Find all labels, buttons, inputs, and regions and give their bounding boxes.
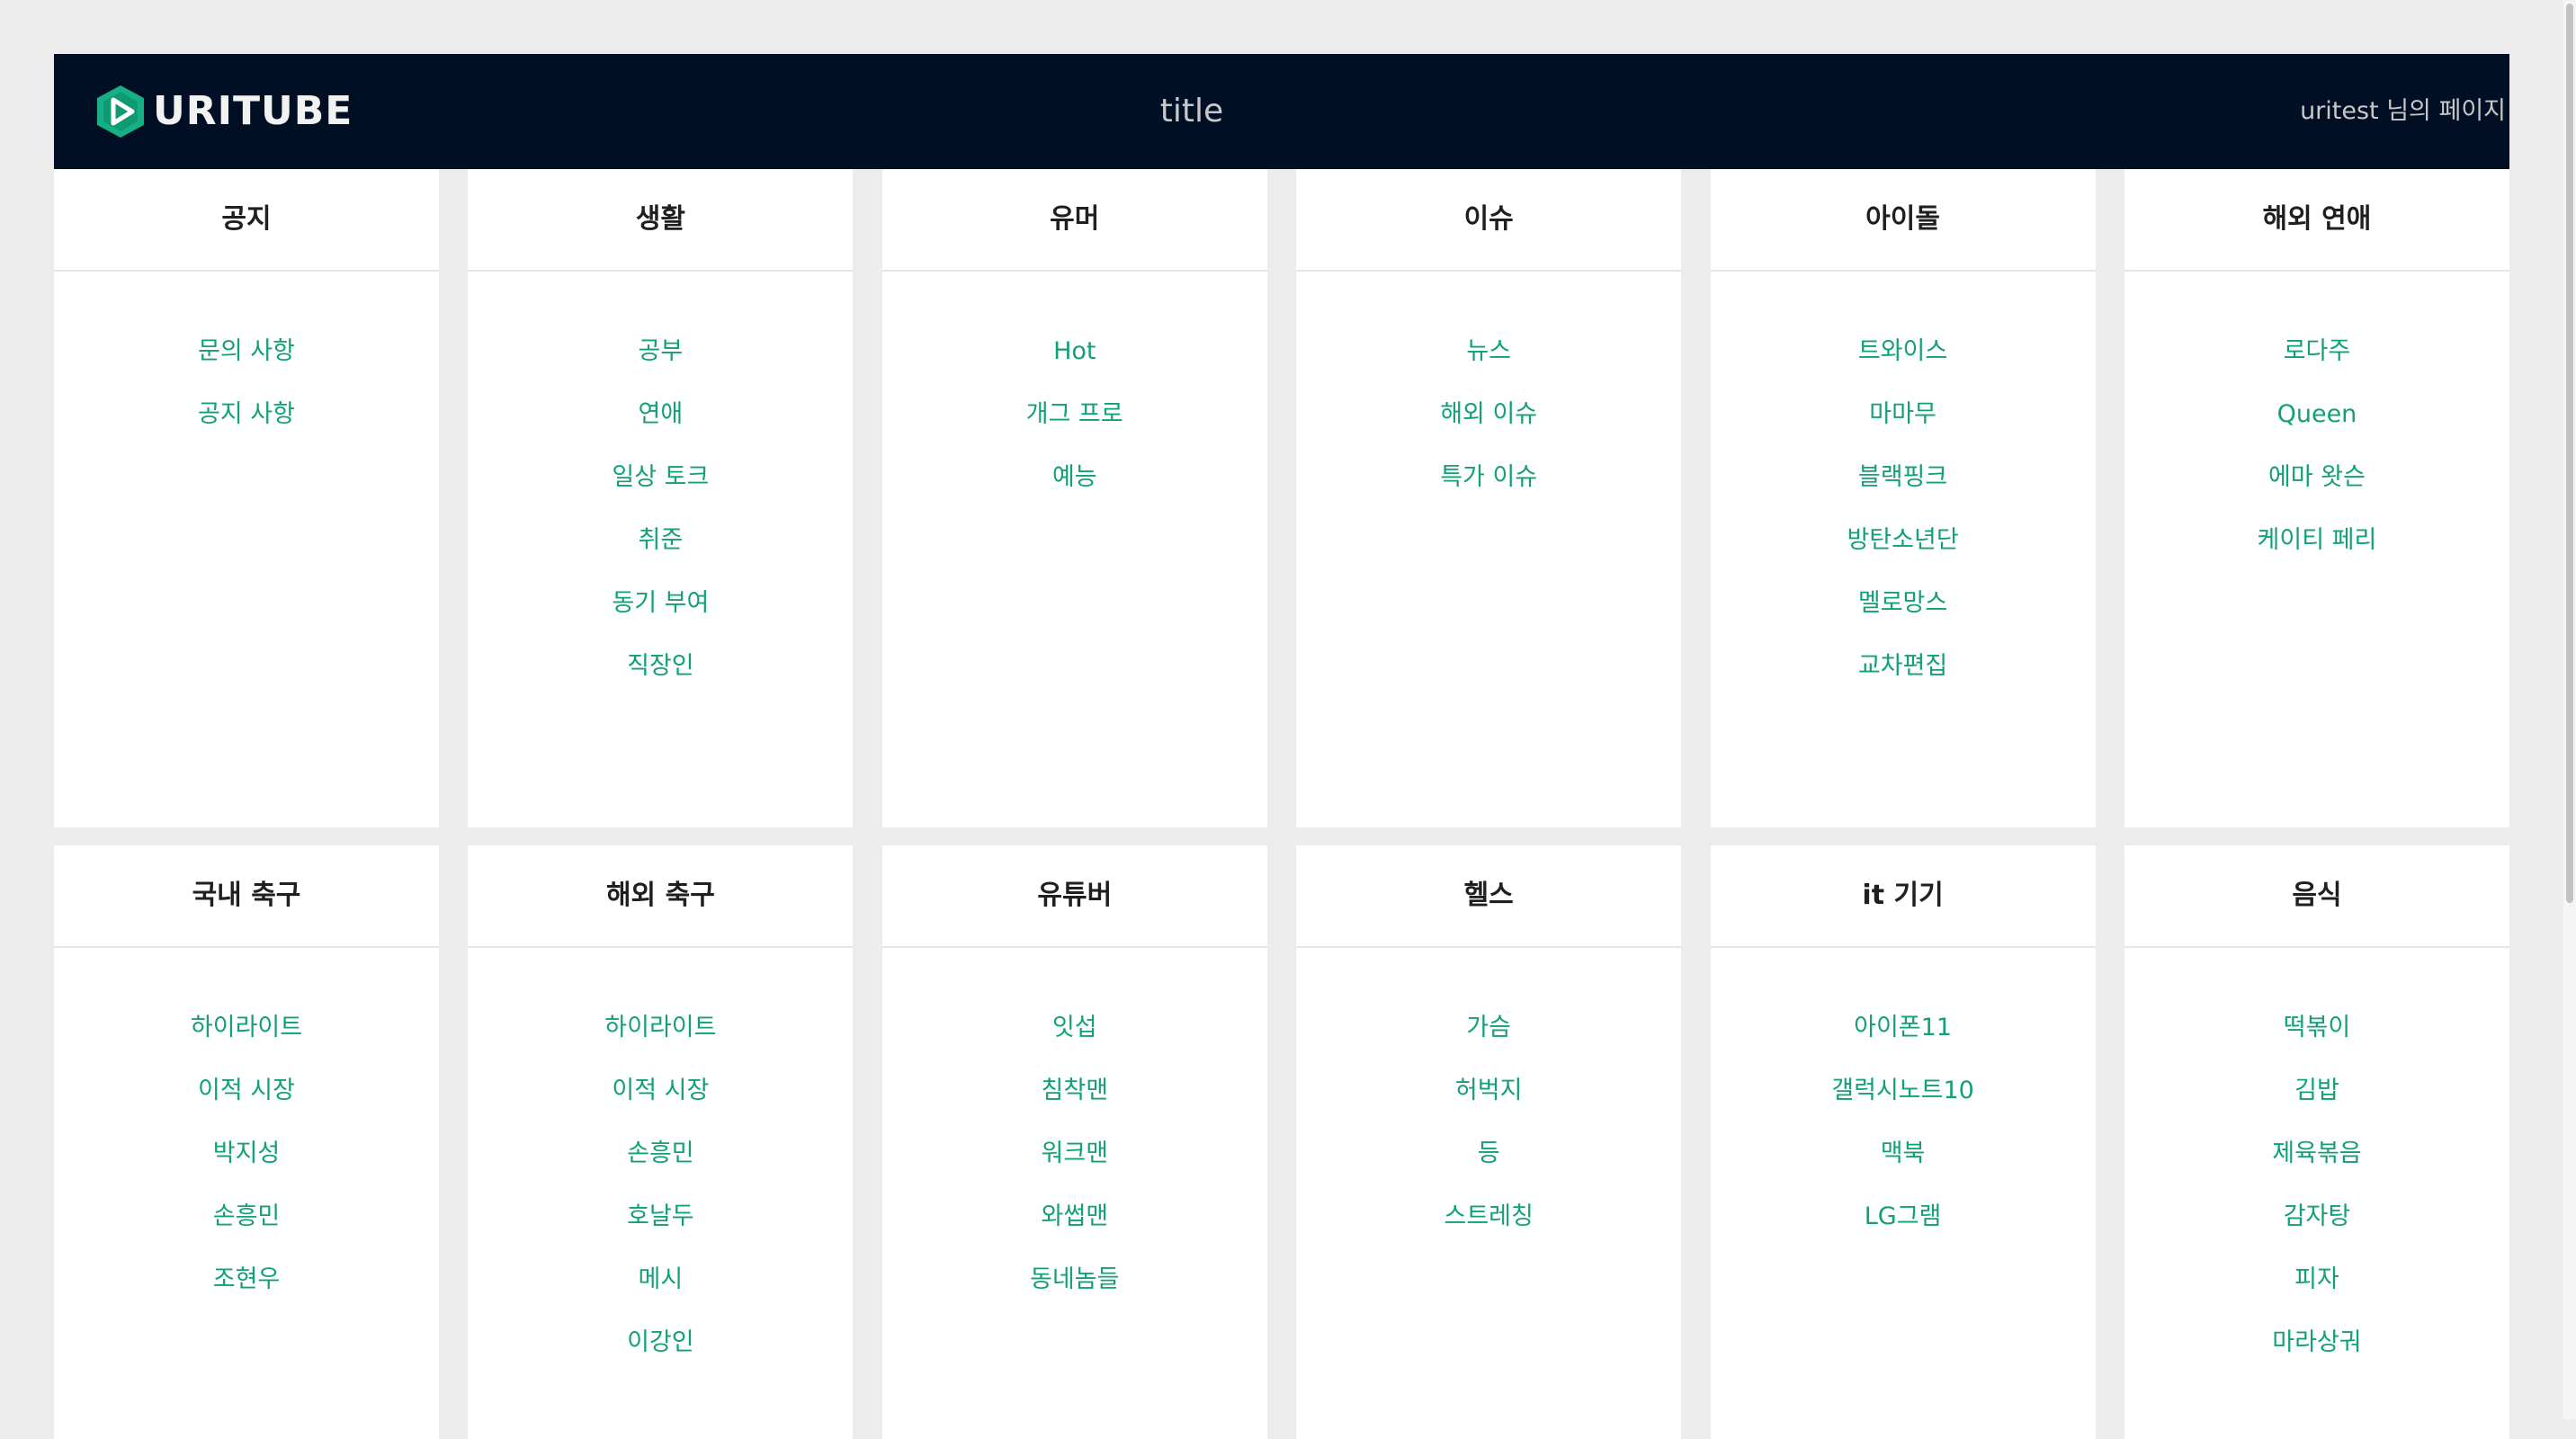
category-card: 음식 떡볶이 김밥 제육볶음 감자탕 피자 마라상궈 bbox=[2124, 845, 2509, 1439]
category-title[interactable]: 생활 bbox=[468, 169, 854, 272]
category-link[interactable]: 감자탕 bbox=[2124, 1198, 2509, 1261]
category-card: 아이돌 트와이스 마마무 블랙핑크 방탄소년단 멜로망스 교차편집 bbox=[1710, 169, 2096, 827]
category-link[interactable]: 예능 bbox=[882, 459, 1267, 522]
category-link[interactable]: 가슴 bbox=[1296, 1009, 1681, 1072]
category-title[interactable]: 헬스 bbox=[1296, 845, 1682, 948]
category-link[interactable]: 개그 프로 bbox=[882, 396, 1267, 459]
category-link[interactable]: 등 bbox=[1296, 1135, 1681, 1198]
category-card: 국내 축구 하이라이트 이적 시장 박지성 손흥민 조현우 bbox=[54, 845, 439, 1439]
category-links: 잇섭 침착맨 워크맨 와썹맨 동네놈들 bbox=[882, 948, 1267, 1324]
category-links: 떡볶이 김밥 제육볶음 감자탕 피자 마라상궈 bbox=[2124, 948, 2509, 1387]
category-link[interactable]: 침착맨 bbox=[882, 1072, 1267, 1135]
category-link[interactable]: 갤럭시노트10 bbox=[1711, 1072, 2096, 1135]
category-link[interactable]: 뉴스 bbox=[1296, 333, 1681, 396]
category-link[interactable]: 김밥 bbox=[2124, 1072, 2509, 1135]
category-link[interactable]: 에마 왓슨 bbox=[2124, 459, 2509, 522]
page-title: title bbox=[1159, 93, 1224, 130]
category-links: 하이라이트 이적 시장 박지성 손흥민 조현우 bbox=[54, 948, 439, 1324]
category-link[interactable]: Hot bbox=[882, 333, 1267, 396]
category-link[interactable]: 메시 bbox=[468, 1261, 853, 1324]
category-link[interactable]: 멜로망스 bbox=[1711, 585, 2096, 648]
category-title[interactable]: 아이돌 bbox=[1710, 169, 2096, 272]
category-link[interactable]: 해외 이슈 bbox=[1296, 396, 1681, 459]
category-link[interactable]: 이적 시장 bbox=[54, 1072, 439, 1135]
category-link[interactable]: 일상 토크 bbox=[468, 459, 853, 522]
category-link[interactable]: 케이티 페리 bbox=[2124, 522, 2509, 585]
category-card: 공지 문의 사항 공지 사항 bbox=[54, 169, 439, 827]
category-link[interactable]: 특가 이슈 bbox=[1296, 459, 1681, 522]
category-link[interactable]: 직장인 bbox=[468, 648, 853, 711]
category-card: 해외 연애 로다주 Queen 에마 왓슨 케이티 페리 bbox=[2124, 169, 2509, 827]
category-title[interactable]: 유머 bbox=[881, 169, 1267, 272]
category-link[interactable]: 맥북 bbox=[1711, 1135, 2096, 1198]
category-title[interactable]: 이슈 bbox=[1296, 169, 1682, 272]
category-link[interactable]: 마마무 bbox=[1711, 396, 2096, 459]
category-card: 헬스 가슴 허벅지 등 스트레칭 bbox=[1296, 845, 1682, 1439]
category-link[interactable]: 연애 bbox=[468, 396, 853, 459]
category-link[interactable]: 떡볶이 bbox=[2124, 1009, 2509, 1072]
category-link[interactable]: 하이라이트 bbox=[468, 1009, 853, 1072]
category-link[interactable]: 허벅지 bbox=[1296, 1072, 1681, 1135]
category-title[interactable]: 유튜버 bbox=[881, 845, 1267, 948]
category-title[interactable]: 해외 축구 bbox=[468, 845, 854, 948]
category-link[interactable]: 손흥민 bbox=[468, 1135, 853, 1198]
category-title[interactable]: 국내 축구 bbox=[54, 845, 439, 948]
category-link[interactable]: 블랙핑크 bbox=[1711, 459, 2096, 522]
top-header: URITUBE title uritest 님의 페이지 bbox=[54, 54, 2509, 169]
category-card: 이슈 뉴스 해외 이슈 특가 이슈 bbox=[1296, 169, 1682, 827]
category-card: 생활 공부 연애 일상 토크 취준 동기 부여 직장인 bbox=[468, 169, 854, 827]
category-link[interactable]: 박지성 bbox=[54, 1135, 439, 1198]
category-link[interactable]: 하이라이트 bbox=[54, 1009, 439, 1072]
play-icon bbox=[97, 85, 144, 138]
category-link[interactable]: 제육볶음 bbox=[2124, 1135, 2509, 1198]
category-title[interactable]: 해외 연애 bbox=[2124, 169, 2509, 272]
category-link[interactable]: 조현우 bbox=[54, 1261, 439, 1324]
uritube-logo[interactable]: URITUBE bbox=[95, 83, 353, 140]
category-links: 로다주 Queen 에마 왓슨 케이티 페리 bbox=[2124, 272, 2509, 585]
category-link[interactable]: 공지 사항 bbox=[54, 396, 439, 459]
category-card: 유머 Hot 개그 프로 예능 bbox=[881, 169, 1267, 827]
category-card: it 기기 아이폰11 갤럭시노트10 맥북 LG그램 bbox=[1710, 845, 2096, 1439]
category-link[interactable]: 와썹맨 bbox=[882, 1198, 1267, 1261]
category-links: 공부 연애 일상 토크 취준 동기 부여 직장인 bbox=[468, 272, 853, 711]
category-grid: 공지 문의 사항 공지 사항 생활 공부 연애 일상 토크 취준 동기 부여 직장인 유머 Hot 개그… bbox=[54, 169, 2509, 1439]
category-link[interactable]: 방탄소년단 bbox=[1711, 522, 2096, 585]
category-link[interactable]: 아이폰11 bbox=[1711, 1009, 2096, 1072]
vertical-scrollbar[interactable] bbox=[2563, 0, 2576, 1419]
category-link[interactable]: 로다주 bbox=[2124, 333, 2509, 396]
category-title[interactable]: 음식 bbox=[2124, 845, 2509, 948]
scrollbar-thumb[interactable] bbox=[2566, 4, 2573, 903]
category-link[interactable]: 마라상궈 bbox=[2124, 1324, 2509, 1387]
category-links: 문의 사항 공지 사항 bbox=[54, 272, 439, 459]
user-page-link[interactable]: uritest 님의 페이지 bbox=[2300, 54, 2506, 169]
category-link[interactable]: 트와이스 bbox=[1711, 333, 2096, 396]
category-link[interactable]: 피자 bbox=[2124, 1261, 2509, 1324]
category-link[interactable]: 문의 사항 bbox=[54, 333, 439, 396]
category-links: Hot 개그 프로 예능 bbox=[882, 272, 1267, 522]
category-link[interactable]: 손흥민 bbox=[54, 1198, 439, 1261]
category-link[interactable]: 잇섭 bbox=[882, 1009, 1267, 1072]
category-link[interactable]: 공부 bbox=[468, 333, 853, 396]
category-link[interactable]: 이적 시장 bbox=[468, 1072, 853, 1135]
category-links: 뉴스 해외 이슈 특가 이슈 bbox=[1296, 272, 1681, 522]
category-link[interactable]: 워크맨 bbox=[882, 1135, 1267, 1198]
category-link[interactable]: 교차편집 bbox=[1711, 648, 2096, 711]
category-card: 유튜버 잇섭 침착맨 워크맨 와썹맨 동네놈들 bbox=[881, 845, 1267, 1439]
category-link[interactable]: 동기 부여 bbox=[468, 585, 853, 648]
category-link[interactable]: LG그램 bbox=[1711, 1198, 2096, 1261]
category-links: 트와이스 마마무 블랙핑크 방탄소년단 멜로망스 교차편집 bbox=[1711, 272, 2096, 711]
category-link[interactable]: 취준 bbox=[468, 522, 853, 585]
category-link[interactable]: 이강인 bbox=[468, 1324, 853, 1387]
category-links: 하이라이트 이적 시장 손흥민 호날두 메시 이강인 bbox=[468, 948, 853, 1387]
category-card: 해외 축구 하이라이트 이적 시장 손흥민 호날두 메시 이강인 bbox=[468, 845, 854, 1439]
category-title[interactable]: 공지 bbox=[54, 169, 439, 272]
category-links: 아이폰11 갤럭시노트10 맥북 LG그램 bbox=[1711, 948, 2096, 1261]
category-title[interactable]: it 기기 bbox=[1710, 845, 2096, 948]
logo-text: URITUBE bbox=[153, 88, 353, 134]
category-link[interactable]: 스트레칭 bbox=[1296, 1198, 1681, 1261]
category-link[interactable]: 동네놈들 bbox=[882, 1261, 1267, 1324]
category-links: 가슴 허벅지 등 스트레칭 bbox=[1296, 948, 1681, 1261]
category-link[interactable]: 호날두 bbox=[468, 1198, 853, 1261]
category-link[interactable]: Queen bbox=[2124, 396, 2509, 459]
